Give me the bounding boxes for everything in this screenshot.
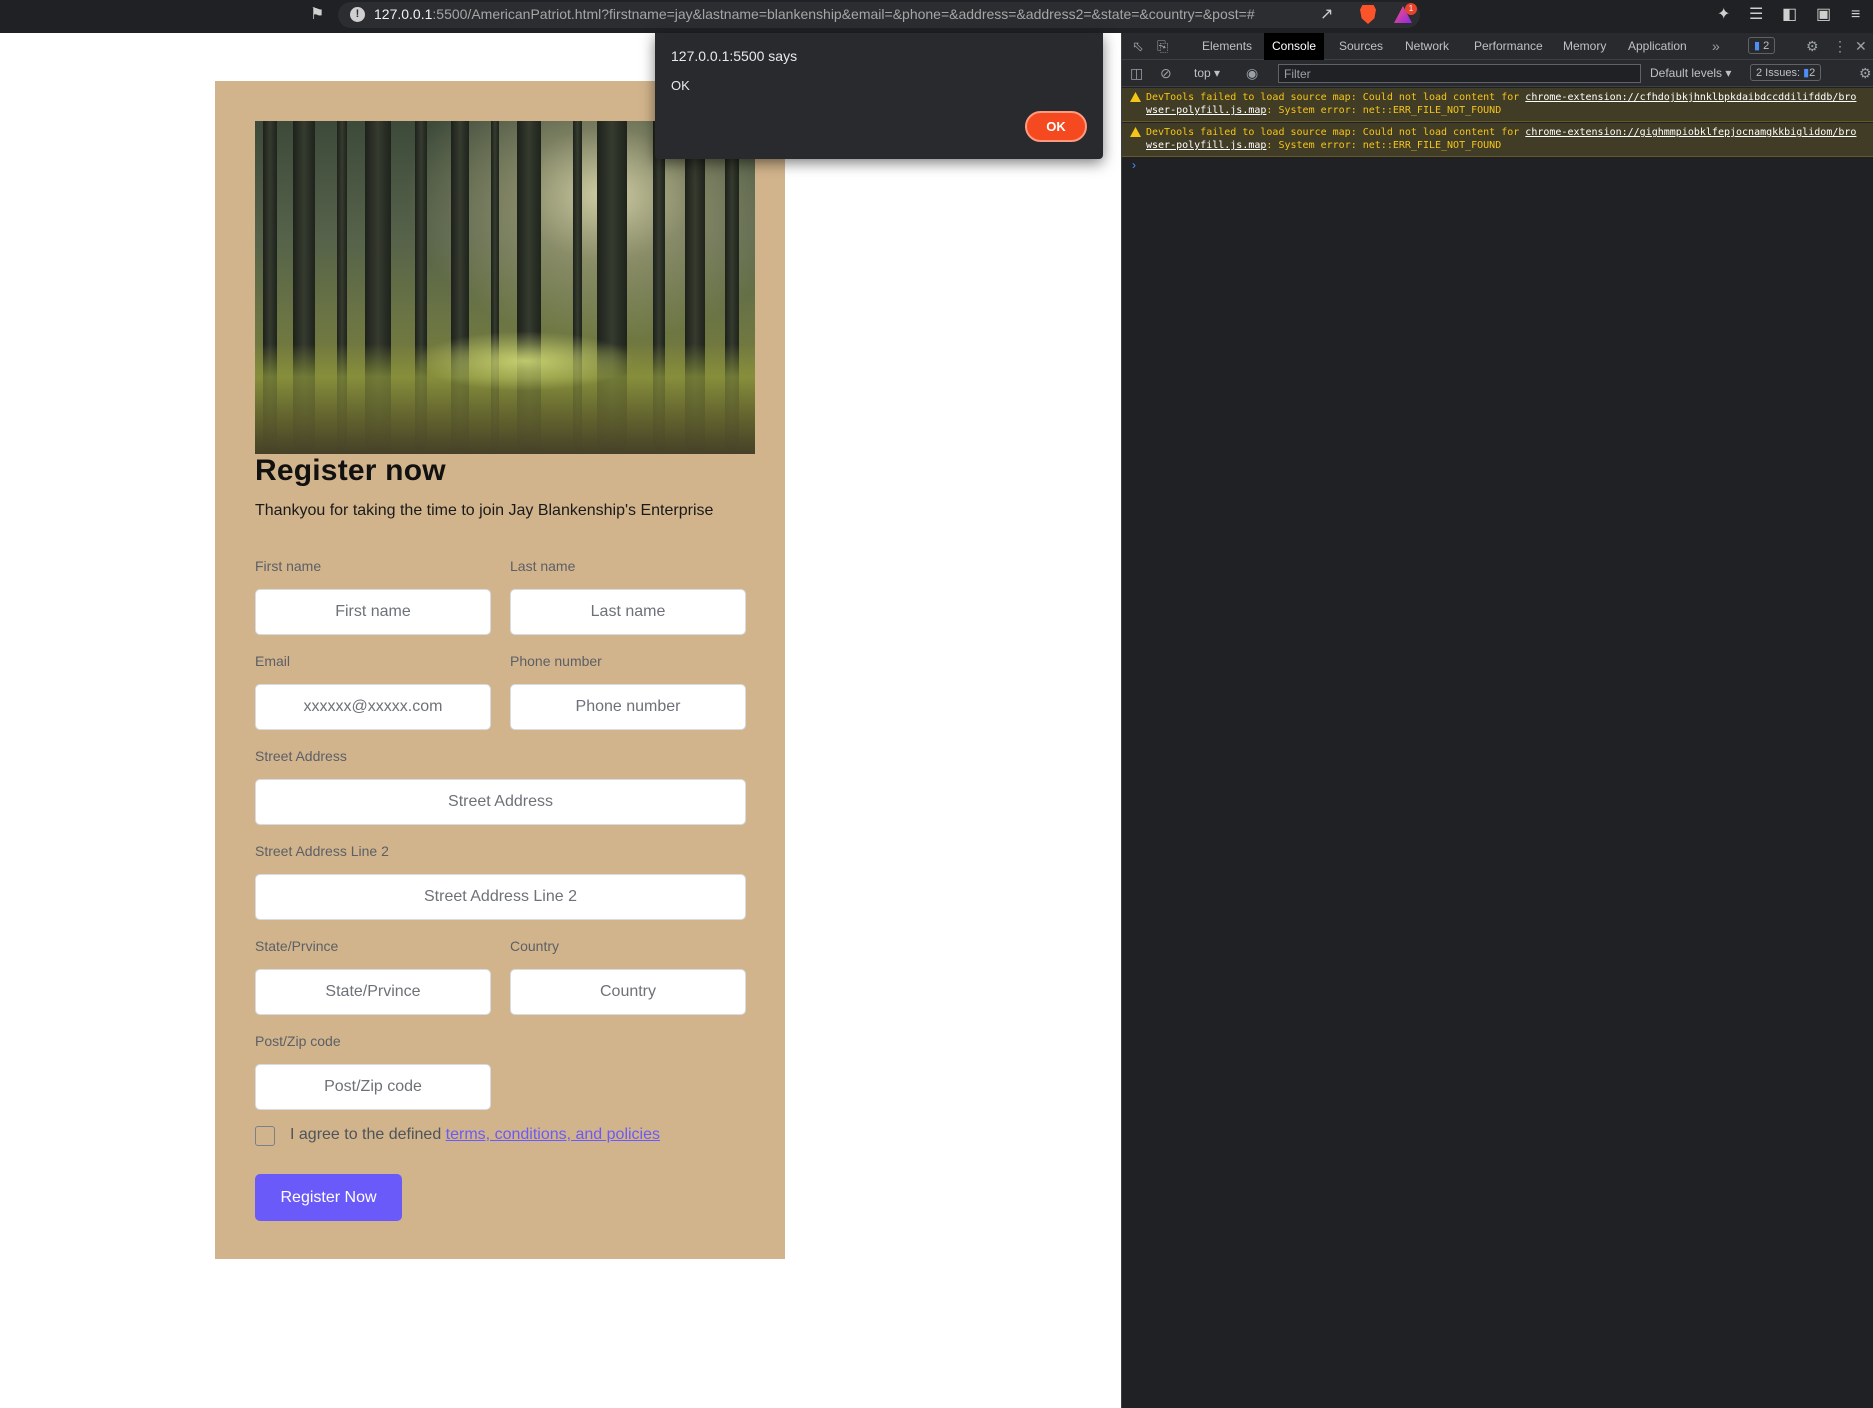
country-input[interactable] (510, 969, 746, 1015)
warning-icon (1130, 92, 1141, 102)
address-bar[interactable]: ! 127.0.0.1:5500/AmericanPatriot.html?fi… (338, 2, 1420, 28)
tab-application[interactable]: Application (1628, 39, 1687, 53)
context-selector[interactable]: top ▾ (1194, 66, 1220, 80)
wallet-icon[interactable]: ▣ (1816, 6, 1831, 24)
post-code-label: Post/Zip code (255, 1033, 341, 1049)
warning-suffix: : System error: net::ERR_FILE_NOT_FOUND (1266, 140, 1502, 151)
clear-console-icon[interactable]: ⊘ (1160, 65, 1172, 81)
first-name-input[interactable] (255, 589, 491, 635)
settings-icon[interactable]: ⚙ (1806, 38, 1819, 54)
phone-input[interactable] (510, 684, 746, 730)
dialog-message: OK (671, 78, 690, 93)
page-viewport: Register now Thankyou for taking the tim… (0, 33, 1121, 1408)
console-toolbar: ◫ ⊘ top ▾ ◉ Default levels ▾ 2 Issues: ▮… (1122, 60, 1873, 87)
register-now-button[interactable]: Register Now (255, 1174, 402, 1221)
messages-badge[interactable]: ▮ 2 (1748, 37, 1776, 54)
last-name-label: Last name (510, 558, 576, 574)
console-settings-icon[interactable]: ⚙ (1859, 65, 1872, 81)
warning-prefix: DevTools failed to load source map: Coul… (1146, 127, 1526, 138)
alert-dialog: 127.0.0.1:5500 says OK OK (655, 33, 1103, 159)
console-filter-input[interactable] (1278, 64, 1641, 83)
devtools-panel: ⬁ ⎘ Elements Console Sources Network Per… (1121, 33, 1873, 1408)
street-address-2-label: Street Address Line 2 (255, 843, 389, 859)
street-address-2-input[interactable] (255, 874, 746, 920)
registration-card: Register now Thankyou for taking the tim… (215, 81, 785, 1259)
first-name-label: First name (255, 558, 322, 574)
state-input[interactable] (255, 969, 491, 1015)
kebab-menu-icon[interactable]: ⋮ (1833, 38, 1847, 54)
warning-icon (1130, 127, 1141, 137)
info-icon[interactable]: ! (350, 7, 365, 22)
media-queue-icon[interactable]: ☰ (1749, 6, 1763, 24)
messages-count: 2 (1763, 40, 1770, 52)
forest-image (255, 121, 755, 454)
dialog-title: 127.0.0.1:5500 says (671, 48, 798, 64)
sidebar-toggle-icon[interactable]: ◫ (1130, 65, 1143, 81)
url-path: :5500/AmericanPatriot.html?firstname=jay… (432, 6, 1255, 22)
tab-network[interactable]: Network (1405, 39, 1449, 53)
page-title: Register now (255, 454, 446, 487)
tab-memory[interactable]: Memory (1563, 39, 1606, 53)
inspect-element-icon[interactable]: ⬁ (1132, 38, 1144, 54)
device-toolbar-icon[interactable]: ⎘ (1157, 38, 1168, 54)
log-levels-value: Default levels (1650, 66, 1723, 80)
email-input[interactable] (255, 684, 491, 730)
console-prompt[interactable]: › (1132, 158, 1136, 172)
phone-label: Phone number (510, 653, 602, 669)
last-name-input[interactable] (510, 589, 746, 635)
tab-sources[interactable]: Sources (1339, 39, 1383, 53)
warning-text: DevTools failed to load source map: Coul… (1146, 91, 1858, 117)
issues-badge[interactable]: 2 Issues: ▮2 (1750, 64, 1822, 81)
share-icon[interactable]: ↗ (1320, 6, 1333, 24)
more-tabs-icon[interactable]: » (1712, 38, 1720, 54)
warning-suffix: : System error: net::ERR_FILE_NOT_FOUND (1266, 105, 1502, 116)
message-icon: ▮ (1754, 40, 1764, 52)
street-address-input[interactable] (255, 779, 746, 825)
sidebar-icon[interactable]: ◧ (1782, 6, 1797, 24)
console-warning: DevTools failed to load source map: Coul… (1122, 88, 1873, 122)
url-text[interactable]: 127.0.0.1:5500/AmericanPatriot.html?firs… (374, 6, 1255, 22)
warning-text: DevTools failed to load source map: Coul… (1146, 126, 1858, 152)
close-icon[interactable]: ✕ (1855, 38, 1867, 54)
rewards-badge: 1 (1405, 3, 1417, 15)
tab-performance[interactable]: Performance (1474, 39, 1543, 53)
devtools-tabbar: ⬁ ⎘ Elements Console Sources Network Per… (1122, 33, 1873, 60)
log-levels-dropdown[interactable]: Default levels ▾ (1650, 66, 1731, 80)
menu-icon[interactable]: ≡ (1851, 6, 1860, 24)
browser-toolbar: ⚑ ! 127.0.0.1:5500/AmericanPatriot.html?… (0, 0, 1873, 33)
issues-label: 2 Issues: (1756, 67, 1801, 79)
console-warning: DevTools failed to load source map: Coul… (1122, 123, 1873, 157)
context-value: top (1194, 66, 1211, 80)
terms-link[interactable]: terms, conditions, and policies (446, 1126, 660, 1143)
agree-prefix: I agree to the defined (290, 1126, 446, 1143)
issues-count: 2 (1809, 67, 1816, 79)
extensions-icon[interactable]: ✦ (1717, 6, 1730, 24)
state-label: State/Prvince (255, 938, 339, 954)
tab-elements[interactable]: Elements (1202, 39, 1252, 53)
post-code-input[interactable] (255, 1064, 491, 1110)
email-label: Email (255, 653, 291, 669)
bookmark-icon[interactable]: ⚑ (310, 6, 324, 24)
agree-checkbox[interactable] (255, 1126, 275, 1146)
warning-prefix: DevTools failed to load source map: Coul… (1146, 92, 1526, 103)
url-host: 127.0.0.1 (374, 6, 433, 22)
dialog-ok-button[interactable]: OK (1025, 111, 1087, 142)
eye-icon[interactable]: ◉ (1246, 65, 1258, 81)
street-address-label: Street Address (255, 748, 347, 764)
page-subtitle: Thankyou for taking the time to join Jay… (255, 502, 714, 519)
tab-console[interactable]: Console (1264, 33, 1325, 60)
country-label: Country (510, 938, 560, 954)
agree-label: I agree to the defined terms, conditions… (290, 1126, 660, 1144)
